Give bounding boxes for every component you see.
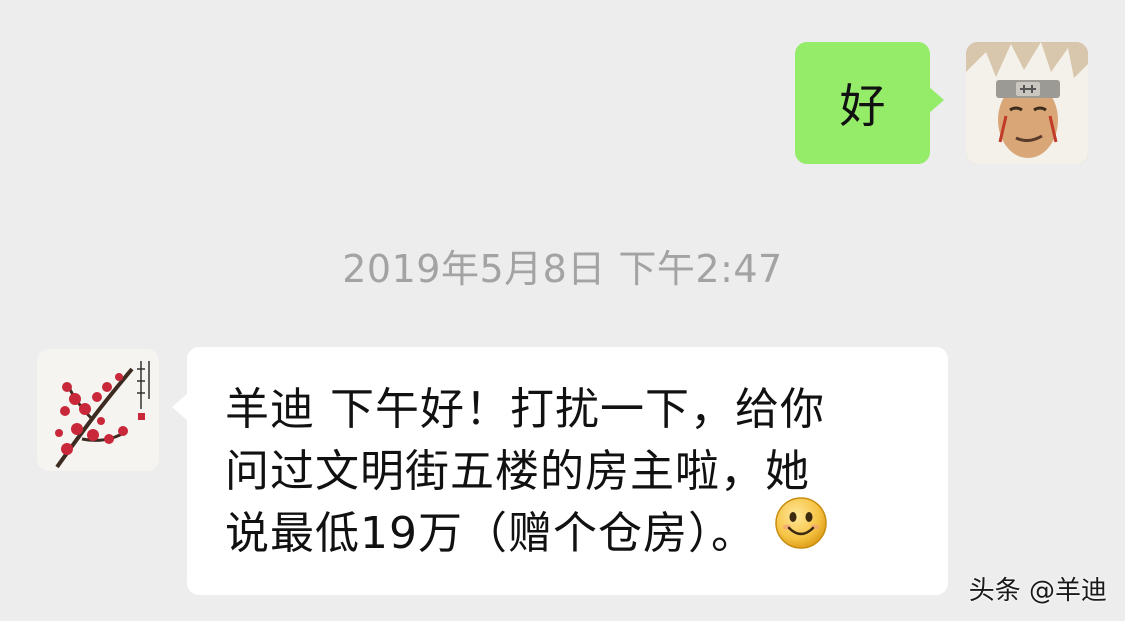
- bubble-tail: [928, 86, 944, 114]
- watermark: 头条 @羊迪: [968, 576, 1107, 606]
- smile-emoji-icon: [774, 496, 828, 567]
- plum-blossom-painting-avatar-icon: [37, 349, 159, 471]
- outgoing-message-bubble[interactable]: 好: [795, 42, 944, 164]
- message-line-3-text: 说最低19万（赠个仓房）。: [225, 508, 756, 559]
- anime-character-avatar-icon: [966, 42, 1088, 164]
- chat-screen: 好 2019年5月8日 下午2:47 羊迪 下午好！打扰一下，给你 问过文明街五…: [0, 0, 1125, 621]
- contact-avatar[interactable]: [37, 349, 159, 471]
- message-line-3: 说最低19万（赠个仓房）。: [225, 496, 928, 567]
- message-line-1: 羊迪 下午好！打扰一下，给你: [225, 384, 825, 435]
- self-avatar[interactable]: [966, 42, 1088, 164]
- bubble-tail: [172, 393, 188, 421]
- outgoing-message-text: 好: [839, 79, 886, 133]
- incoming-message-bubble[interactable]: 羊迪 下午好！打扰一下，给你 问过文明街五楼的房主啦，她 说最低19万（赠个仓房…: [172, 347, 948, 595]
- message-line-2: 问过文明街五楼的房主啦，她: [225, 446, 810, 497]
- message-timestamp: 2019年5月8日 下午2:47: [342, 247, 783, 291]
